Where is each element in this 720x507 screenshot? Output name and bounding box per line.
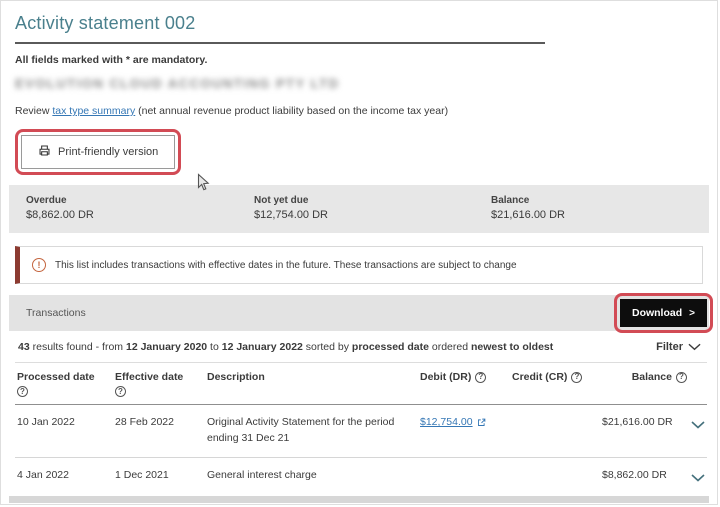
results-to-date: 12 January 2022 [222, 341, 303, 353]
header-description: Description [205, 363, 418, 405]
balance-cell: $8,862.00 DR [600, 457, 689, 498]
results-order: newest to oldest [471, 341, 553, 353]
results-text: results found - from [30, 341, 126, 353]
help-icon[interactable]: ? [676, 372, 687, 383]
effective-date-cell: 28 Feb 2022 [113, 405, 205, 458]
header-label: Credit (CR) [512, 371, 567, 383]
header-label: Processed date [17, 371, 95, 383]
header-label: Debit (DR) [420, 371, 471, 383]
warning-icon: ! [32, 258, 46, 272]
summary-balance: Balance $21,616.00 DR [491, 195, 709, 221]
transactions-section-label: Transactions [26, 307, 86, 319]
transactions-table: Processed date ? Effective date ? Descri… [15, 362, 707, 505]
description-cell: General interest charge [205, 457, 418, 498]
results-text: sorted by [303, 341, 352, 353]
processed-date-cell: 4 Jan 2022 [15, 457, 113, 498]
title-divider [15, 42, 545, 44]
debit-cell: $12,754.00 [418, 405, 510, 458]
effective-date-cell: 1 Dec 2021 [113, 457, 205, 498]
download-button-label: Download [632, 307, 682, 319]
header-processed-date: Processed date ? [15, 363, 113, 405]
print-button-highlight-annotation: Print-friendly version [15, 129, 181, 175]
chevron-down-icon [691, 421, 705, 429]
table-row: 4 Jan 2022 1 Dec 2021 General interest c… [15, 457, 707, 498]
results-summary: 43 results found - from 12 January 2020 … [18, 341, 553, 353]
mandatory-fields-note: All fields marked with * are mandatory. [15, 54, 703, 66]
chevron-down-icon [688, 343, 701, 351]
credit-cell [510, 457, 600, 498]
chevron-down-icon [691, 474, 705, 482]
summary-not-yet-due: Not yet due $12,754.00 DR [254, 195, 491, 221]
external-link-icon [477, 418, 486, 427]
activity-statement-page: Activity statement 002 All fields marked… [0, 0, 718, 505]
download-button-highlight-annotation: Download > [614, 293, 713, 333]
balance-cell: $21,616.00 DR [600, 405, 689, 458]
results-count: 43 [18, 341, 30, 353]
header-label: Effective date [115, 371, 183, 383]
expand-row-button[interactable] [691, 417, 705, 432]
help-icon[interactable]: ? [17, 386, 28, 397]
processed-date-cell: 10 Jan 2022 [15, 405, 113, 458]
balance-value: $21,616.00 DR [491, 209, 709, 221]
filter-toggle[interactable]: Filter [656, 341, 701, 353]
header-credit: Credit (CR)? [510, 363, 600, 405]
chevron-right-icon: > [689, 308, 695, 319]
entity-name-blurred: EVOLUTION CLOUD ACCOUNTING PTY LTD [15, 76, 703, 91]
tax-type-summary-link[interactable]: tax type summary [52, 105, 135, 117]
header-label: Balance [632, 371, 672, 383]
review-line: Review tax type summary (net annual reve… [15, 105, 703, 117]
header-debit: Debit (DR)? [418, 363, 510, 405]
results-from-date: 12 January 2020 [126, 341, 207, 353]
help-icon[interactable]: ? [115, 386, 126, 397]
expand-cell [689, 405, 707, 458]
print-friendly-button[interactable]: Print-friendly version [21, 135, 175, 169]
debit-cell [418, 457, 510, 498]
help-icon[interactable]: ? [475, 372, 486, 383]
expand-row-button[interactable] [691, 470, 705, 485]
not-yet-due-value: $12,754.00 DR [254, 209, 491, 221]
credit-cell [510, 405, 600, 458]
results-text: to [207, 341, 222, 353]
table-row: 10 Jan 2022 28 Feb 2022 Original Activit… [15, 405, 707, 458]
help-icon[interactable]: ? [571, 372, 582, 383]
description-cell: Original Activity Statement for the peri… [205, 405, 418, 458]
overdue-value: $8,862.00 DR [26, 209, 254, 221]
alert-message: This list includes transactions with eff… [55, 260, 517, 271]
summary-overdue: Overdue $8,862.00 DR [26, 195, 254, 221]
overdue-label: Overdue [26, 195, 254, 206]
header-effective-date: Effective date ? [113, 363, 205, 405]
download-button[interactable]: Download > [620, 299, 707, 327]
header-label: Description [207, 371, 265, 383]
transactions-section-bar: Transactions Download > [9, 295, 709, 331]
print-button-label: Print-friendly version [58, 146, 158, 158]
debit-amount: $12,754.00 [420, 415, 473, 431]
filter-label: Filter [656, 341, 683, 353]
next-section-divider [9, 496, 709, 503]
future-transactions-alert: ! This list includes transactions with e… [15, 246, 703, 284]
page-title: Activity statement 002 [15, 13, 703, 34]
printer-icon [38, 144, 51, 160]
header-expand-column [689, 363, 707, 405]
header-balance: Balance? [600, 363, 689, 405]
balance-label: Balance [491, 195, 709, 206]
results-text: ordered [429, 341, 471, 353]
not-yet-due-label: Not yet due [254, 195, 491, 206]
debit-amount-link[interactable]: $12,754.00 [420, 415, 486, 431]
expand-cell [689, 457, 707, 498]
account-summary-bar: Overdue $8,862.00 DR Not yet due $12,754… [9, 185, 709, 233]
review-suffix: (net annual revenue product liability ba… [135, 105, 448, 117]
table-header-row: Processed date ? Effective date ? Descri… [15, 363, 707, 405]
results-sort-field: processed date [352, 341, 429, 353]
results-filter-row: 43 results found - from 12 January 2020 … [1, 331, 717, 362]
review-prefix: Review [15, 105, 52, 117]
